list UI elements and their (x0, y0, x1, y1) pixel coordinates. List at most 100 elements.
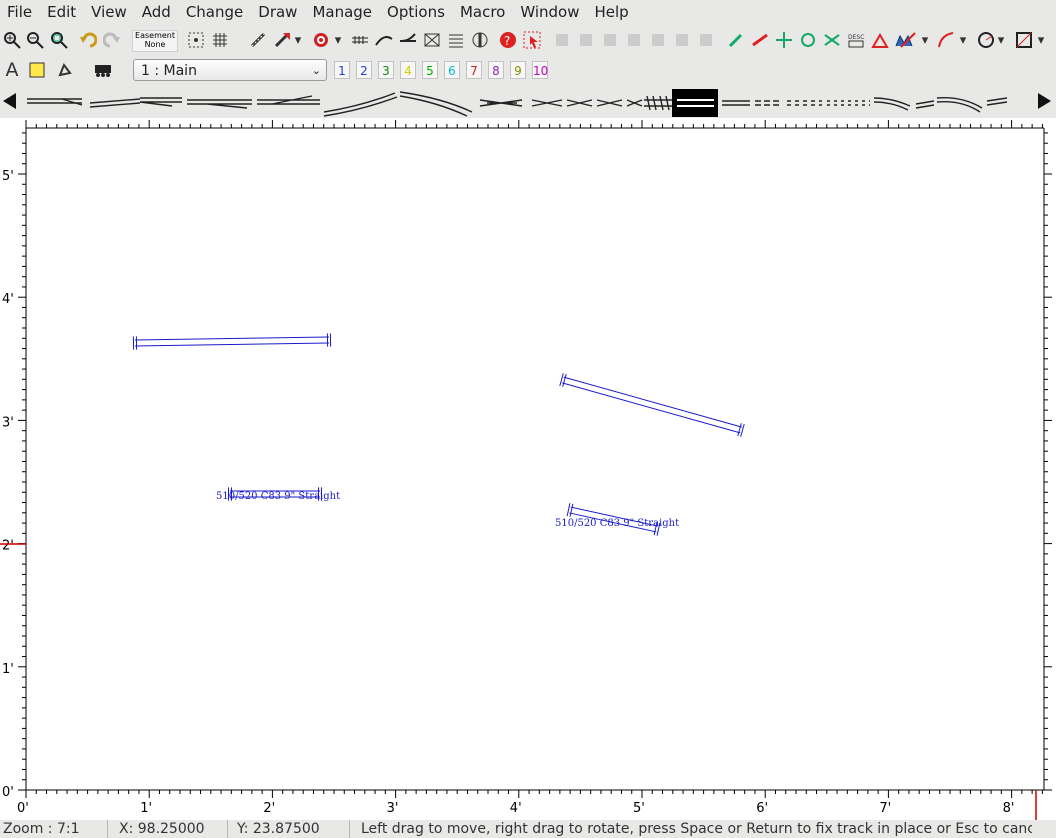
rotate-icon[interactable] (798, 30, 818, 50)
y-axis-label: 0' (2, 785, 14, 800)
menu-window[interactable]: Window (513, 3, 587, 21)
hotbar-left-arrow-icon[interactable] (2, 92, 20, 112)
y-axis-label: 4' (2, 292, 14, 307)
note-icon[interactable] (27, 60, 47, 80)
easement-button[interactable]: Easement None (132, 30, 178, 52)
hotbar (0, 85, 1056, 118)
track-label: 510/520 C83 9" Straight (555, 518, 679, 529)
disabled-tool-icon (672, 30, 692, 50)
x-axis-label: 2' (263, 801, 275, 816)
hand-icon[interactable] (55, 60, 75, 80)
layer-select[interactable]: 1 : Main ⌄ (133, 59, 327, 81)
layer-button-6[interactable]: 6 (444, 61, 460, 79)
status-message: Left drag to move, right drag to rotate,… (361, 821, 1032, 837)
zoom-in-icon[interactable] (2, 30, 22, 50)
hotbar-track-strip[interactable] (22, 88, 1032, 118)
chevron-down-icon[interactable]: ▾ (996, 30, 1006, 50)
menu-edit[interactable]: Edit (40, 3, 84, 21)
straight-track-icon[interactable] (350, 30, 370, 50)
layer-button-8[interactable]: 8 (488, 61, 504, 79)
chevron-down-icon[interactable]: ▾ (293, 30, 303, 50)
layer-button-10[interactable]: 10 (532, 61, 548, 79)
redo-icon[interactable] (102, 30, 122, 50)
layer-button-9[interactable]: 9 (510, 61, 526, 79)
flip-icon[interactable] (822, 30, 842, 50)
y-coordinate: Y: 23.87500 (234, 820, 350, 838)
status-bar: Zoom : 7:1 X: 98.25000 Y: 23.87500 Left … (0, 820, 1056, 838)
y-axis-label: 1' (2, 662, 14, 677)
disabled-tool-icon (576, 30, 596, 50)
x-axis-label: 3' (387, 801, 399, 816)
x-coordinate: X: 98.25000 (116, 820, 228, 838)
x-axis-label: 7' (879, 801, 891, 816)
x-axis-label: 6' (756, 801, 768, 816)
menu-manage[interactable]: Manage (305, 3, 380, 21)
menu-file[interactable]: File (0, 3, 40, 21)
menu-help[interactable]: Help (588, 3, 637, 21)
layer-button-2[interactable]: 2 (356, 61, 372, 79)
turnout-icon[interactable] (398, 30, 418, 50)
layer-button-3[interactable]: 3 (378, 61, 394, 79)
line-draw-icon[interactable] (898, 30, 918, 50)
text-icon[interactable]: A (2, 59, 22, 81)
train-mode-icon[interactable] (311, 30, 331, 50)
move-icon[interactable] (774, 30, 794, 50)
menu-change[interactable]: Change (179, 3, 251, 21)
zoom-out-icon[interactable] (25, 30, 45, 50)
disabled-tool-icon (552, 30, 572, 50)
zoom-status[interactable]: Zoom : 7:1 (0, 820, 108, 838)
y-axis-label: 5' (2, 169, 14, 184)
layer-button-1[interactable]: 1 (334, 61, 350, 79)
chevron-down-icon[interactable]: ▾ (1036, 30, 1046, 50)
structure-icon[interactable] (422, 30, 442, 50)
select-cursor-icon[interactable] (522, 30, 542, 50)
help-icon[interactable]: ? (498, 30, 518, 50)
select-icon[interactable] (272, 30, 292, 50)
snap-grid-enable-icon[interactable] (210, 30, 230, 50)
track-label: 510/520 C83 9" Straight (216, 491, 340, 502)
describe-text-icon[interactable]: DESC (846, 30, 866, 50)
zoom-extents-icon[interactable] (49, 30, 69, 50)
layer-toolbar: A 1 : Main ⌄ 1 2 3 4 5 6 7 8 9 10 (0, 57, 1056, 85)
circle-draw-icon[interactable] (976, 30, 996, 50)
train-icon[interactable] (93, 60, 113, 80)
disabled-tool-icon (600, 30, 620, 50)
box-draw-icon[interactable] (1014, 30, 1034, 50)
layer-button-4[interactable]: 4 (400, 61, 416, 79)
menu-draw[interactable]: Draw (251, 3, 305, 21)
disabled-tool-icon (624, 30, 644, 50)
chevron-down-icon[interactable]: ▾ (958, 30, 968, 50)
x-axis-label: 8' (1003, 801, 1015, 816)
layer-button-5[interactable]: 5 (422, 61, 438, 79)
drawing-canvas[interactable]: 0' 1' 2' 3' 4' 5' 6' 7' 8' 0' 1' 2' 3' 4' 5' 510/520 C… (0, 118, 1056, 820)
menu-view[interactable]: View (84, 3, 135, 21)
elevation-icon[interactable] (870, 30, 890, 50)
menu-add[interactable]: Add (135, 3, 179, 21)
describe-icon[interactable] (248, 30, 268, 50)
layer-button-7[interactable]: 7 (466, 61, 482, 79)
y-axis-label: 3' (2, 415, 14, 430)
helix-icon[interactable] (446, 30, 466, 50)
undo-icon[interactable] (78, 30, 98, 50)
x-axis-label: 4' (510, 801, 522, 816)
x-axis-label: 0' (17, 801, 29, 816)
turntable-icon[interactable] (470, 30, 490, 50)
svg-text:?: ? (504, 34, 510, 48)
layout-area[interactable]: 0' 1' 2' 3' 4' 5' 6' 7' 8' 0' 1' 2' 3' 4' 5' 510/520 C… (0, 118, 1056, 820)
ruler-icon[interactable] (750, 30, 770, 50)
x-axis-label: 5' (633, 801, 645, 816)
menu-options[interactable]: Options (380, 3, 453, 21)
snap-grid-show-icon[interactable] (186, 30, 206, 50)
menu-bar: File Edit View Add Change Draw Manage Options Ma… (0, 0, 1056, 24)
svg-text:DESC: DESC (848, 34, 864, 41)
chevron-down-icon[interactable]: ▾ (920, 30, 930, 50)
pencil-icon[interactable] (726, 30, 746, 50)
curve-draw-icon[interactable] (936, 30, 956, 50)
menu-macro[interactable]: Macro (453, 3, 513, 21)
main-toolbar: Easement None ▾ ▾ ? DESC ▾ ▾ ▾ ▾ (0, 24, 1056, 57)
curved-track-icon[interactable] (374, 30, 394, 50)
chevron-down-icon[interactable]: ▾ (333, 30, 343, 50)
disabled-tool-icon (648, 30, 668, 50)
hotbar-right-arrow-icon[interactable] (1036, 92, 1054, 112)
x-axis-label: 1' (140, 801, 152, 816)
